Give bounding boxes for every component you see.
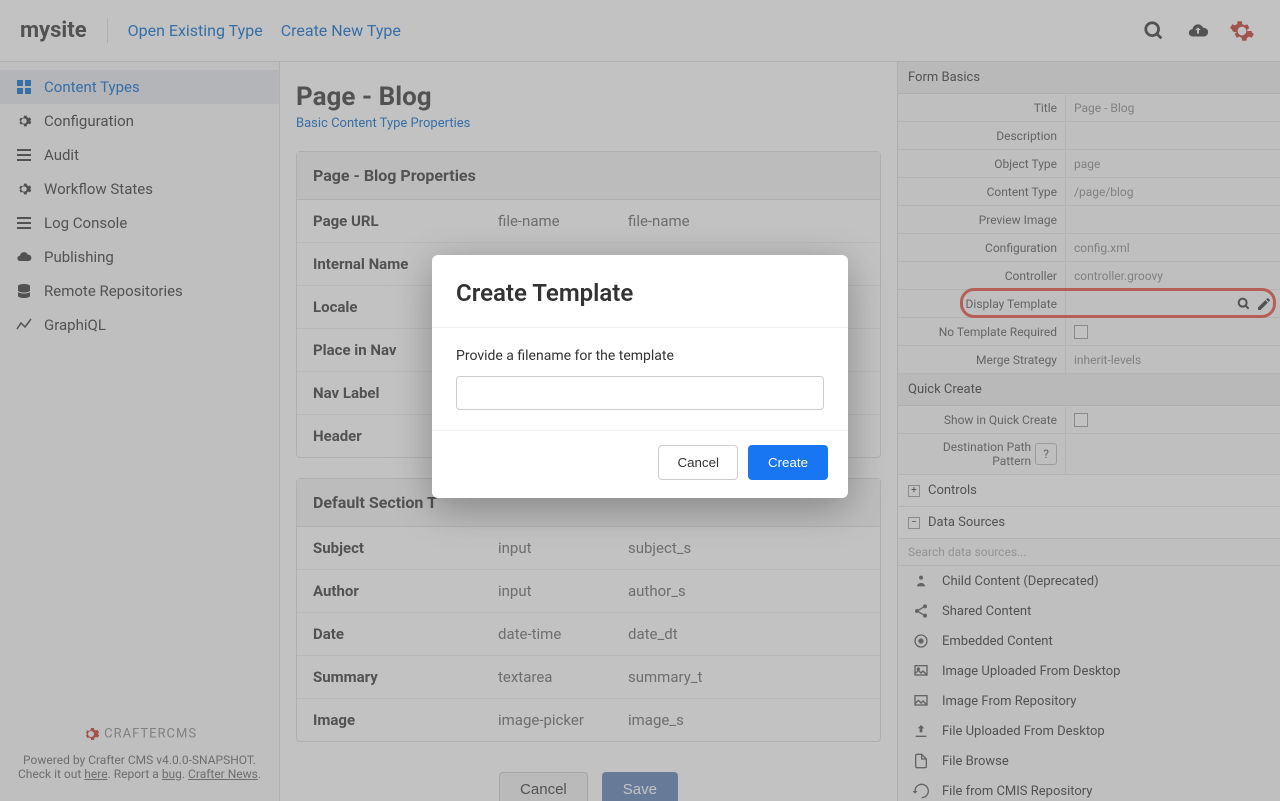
modal-create-button[interactable]: Create — [748, 445, 828, 480]
modal-overlay: Create Template Provide a filename for t… — [0, 0, 1280, 801]
modal-title: Create Template — [432, 255, 848, 327]
modal-prompt: Provide a filename for the template — [456, 348, 824, 364]
template-filename-input[interactable] — [456, 376, 824, 410]
modal-cancel-button[interactable]: Cancel — [658, 445, 738, 480]
create-template-modal: Create Template Provide a filename for t… — [432, 255, 848, 498]
